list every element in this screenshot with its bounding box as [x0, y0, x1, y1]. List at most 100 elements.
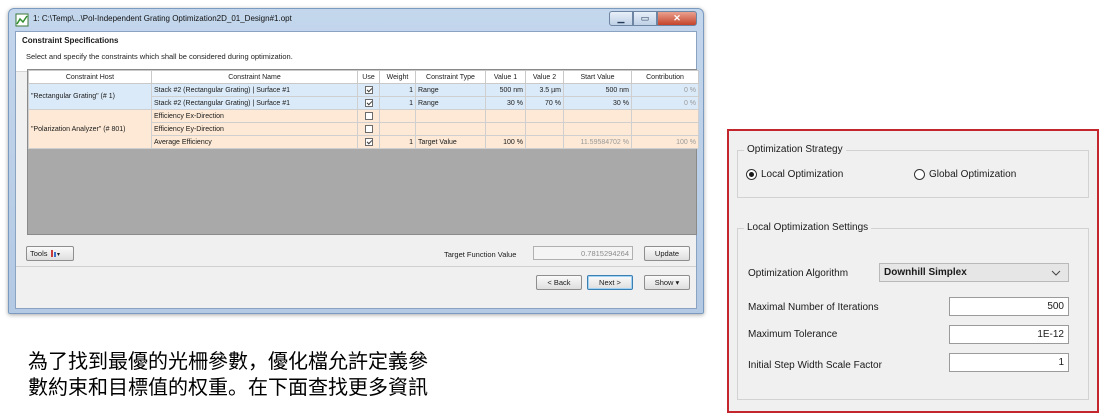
constraint-type-cell[interactable]: Range [415, 96, 486, 110]
table-header-row: Constraint Host Constraint Name Use Weig… [28, 70, 699, 84]
strategy-group: Optimization Strategy Local Optimization… [737, 144, 1089, 198]
max-tolerance-label: Maximum Tolerance [748, 329, 838, 340]
weight-cell[interactable]: 1 [379, 96, 416, 110]
window-client: Constraint Specifications Select and spe… [15, 31, 699, 309]
target-function-value: 0.7815294264 [533, 246, 633, 260]
max-iterations-label: Maximal Number of Iterations [748, 302, 879, 313]
constraint-name-cell[interactable]: Efficiency Ex-Direction [151, 109, 358, 123]
optimization-settings-panel: Optimization Strategy Local Optimization… [727, 129, 1099, 413]
chevron-down-icon [1051, 270, 1061, 276]
constraint-type-cell[interactable] [415, 122, 486, 136]
column-header[interactable]: Value 2 [525, 70, 564, 84]
step-width-label: Initial Step Width Scale Factor [748, 360, 882, 371]
use-checkbox[interactable] [364, 112, 373, 120]
constraint-host-cell[interactable]: "Polarization Analyzer" (# 801) [28, 109, 152, 149]
optimization-window: 1: C:\Temp\...\Pol-Independent Grating O… [8, 8, 704, 314]
weight-cell[interactable] [379, 122, 416, 136]
start-value-cell: 30 % [563, 96, 632, 110]
use-cell[interactable] [357, 83, 380, 97]
step-width-input[interactable]: 1 [949, 353, 1069, 372]
start-value-cell [563, 122, 632, 136]
constraint-table: Constraint Host Constraint Name Use Weig… [28, 70, 699, 149]
value1-cell[interactable]: 30 % [485, 96, 526, 110]
constraint-type-cell[interactable] [415, 109, 486, 123]
use-checkbox[interactable] [364, 99, 373, 107]
value1-cell[interactable]: 500 nm [485, 83, 526, 97]
value1-cell[interactable] [485, 122, 526, 136]
show-button[interactable]: Show ▾ [644, 275, 690, 290]
use-checkbox[interactable] [364, 86, 373, 94]
constraint-name-cell[interactable]: Stack #2 (Rectangular Grating) | Surface… [151, 96, 358, 110]
algorithm-value: Downhill Simplex [884, 267, 967, 278]
caption-line: 數約束和目標值的权重。在下面查找更多資訊 [28, 375, 428, 399]
constraint-name-cell[interactable]: Stack #2 (Rectangular Grating) | Surface… [151, 83, 358, 97]
title-bar: 1: C:\Temp\...\Pol-Independent Grating O… [9, 9, 703, 31]
constraint-name-cell[interactable]: Efficiency Ey-Direction [151, 122, 358, 136]
value2-cell[interactable]: 70 % [525, 96, 564, 110]
maximize-button[interactable]: ▭ [633, 11, 657, 26]
column-header[interactable]: Weight [379, 70, 416, 84]
start-value-cell: 500 nm [563, 83, 632, 97]
next-button[interactable]: Next > [587, 275, 633, 290]
column-header[interactable]: Use [357, 70, 380, 84]
value2-cell[interactable] [525, 109, 564, 123]
constraint-host-cell[interactable]: "Rectangular Grating" (# 1) [28, 83, 152, 110]
global-optimization-radio[interactable]: Global Optimization [914, 169, 1016, 180]
tools-button[interactable]: Tools [26, 246, 74, 261]
tools-icon [50, 250, 60, 257]
use-cell[interactable] [357, 122, 380, 136]
column-header[interactable]: Value 1 [485, 70, 526, 84]
start-value-cell: 11.59584702 % [563, 135, 632, 149]
radio-unselected-icon [914, 169, 925, 180]
algorithm-label: Optimization Algorithm [748, 268, 849, 279]
column-header[interactable]: Constraint Type [415, 70, 486, 84]
use-cell[interactable] [357, 96, 380, 110]
column-header[interactable]: Start Value [563, 70, 632, 84]
value1-cell[interactable]: 100 % [485, 135, 526, 149]
value2-cell[interactable] [525, 135, 564, 149]
page-title: Constraint Specifications [22, 36, 119, 45]
chinese-caption: 為了找到最優的光柵參數，優化檔允許定義參 數約束和目標值的权重。在下面查找更多資… [28, 348, 428, 400]
close-button[interactable]: ✕ [657, 11, 697, 26]
use-checkbox[interactable] [364, 138, 373, 146]
contribution-cell [631, 109, 699, 123]
column-header[interactable]: Constraint Name [151, 70, 358, 84]
app-icon [15, 13, 29, 27]
update-button[interactable]: Update [644, 246, 690, 261]
local-settings-title: Local Optimization Settings [744, 222, 872, 233]
weight-cell[interactable]: 1 [379, 83, 416, 97]
local-optimization-label: Local Optimization [761, 169, 844, 180]
value2-cell[interactable] [525, 122, 564, 136]
caption-line: 為了找到最優的光柵參數，優化檔允許定義參 [28, 349, 428, 373]
weight-cell[interactable] [379, 109, 416, 123]
max-tolerance-input[interactable]: 1E-12 [949, 325, 1069, 344]
back-button[interactable]: < Back [536, 275, 582, 290]
separator [16, 266, 696, 267]
table-row[interactable]: "Rectangular Grating" (# 1) Stack #2 (Re… [28, 83, 699, 110]
use-cell[interactable] [357, 109, 380, 123]
contribution-cell: 100 % [631, 135, 699, 149]
local-optimization-radio[interactable]: Local Optimization [746, 169, 843, 180]
use-checkbox[interactable] [364, 125, 373, 133]
value2-cell[interactable]: 3.5 µm [525, 83, 564, 97]
column-header[interactable]: Contribution [631, 70, 699, 84]
max-iterations-input[interactable]: 500 [949, 297, 1069, 316]
strategy-group-title: Optimization Strategy [744, 144, 846, 155]
table-row[interactable]: "Polarization Analyzer" (# 801) Efficien… [28, 109, 699, 149]
algorithm-select[interactable]: Downhill Simplex [879, 263, 1069, 282]
wizard-header: Constraint Specifications Select and spe… [16, 32, 696, 72]
value1-cell[interactable] [485, 109, 526, 123]
global-optimization-label: Global Optimization [929, 169, 1017, 180]
weight-cell[interactable]: 1 [379, 135, 416, 149]
local-settings-group: Local Optimization Settings Optimization… [737, 222, 1089, 400]
window-controls: ▁ ▭ ✕ [609, 11, 697, 26]
constraint-type-cell[interactable]: Range [415, 83, 486, 97]
radio-selected-icon [746, 169, 757, 180]
minimize-button[interactable]: ▁ [609, 11, 633, 26]
column-header[interactable]: Constraint Host [28, 70, 152, 84]
use-cell[interactable] [357, 135, 380, 149]
target-function-label: Target Function Value [444, 250, 517, 259]
constraint-name-cell[interactable]: Average Efficiency [151, 135, 358, 149]
contribution-cell: 0 % [631, 96, 699, 110]
constraint-type-cell[interactable]: Target Value [415, 135, 486, 149]
